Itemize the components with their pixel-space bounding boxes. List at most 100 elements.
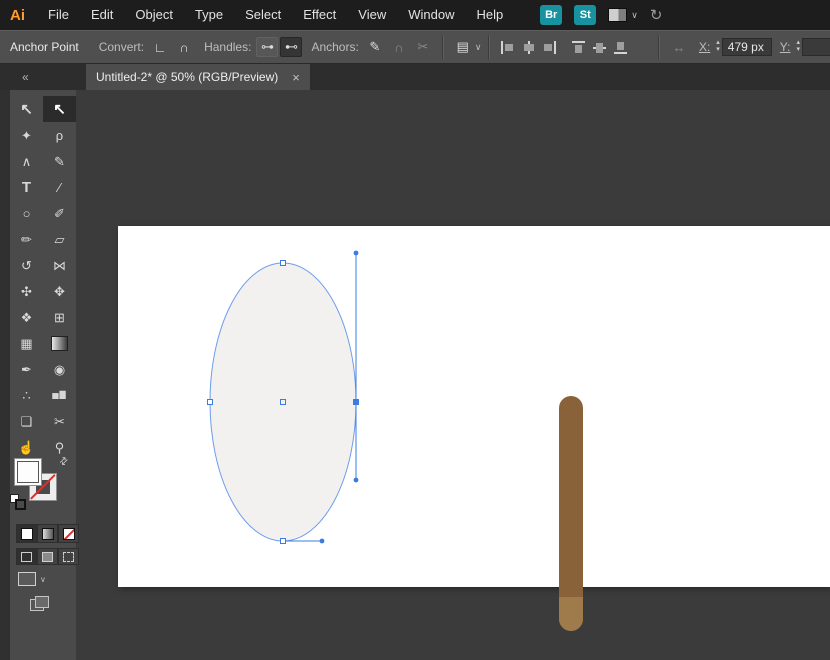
eyedropper-tool[interactable]: ✒ <box>10 356 43 382</box>
convert-smooth-button[interactable]: ∩ <box>173 37 195 57</box>
stick-shape[interactable] <box>559 396 583 631</box>
width-tool[interactable]: ✣ <box>10 278 43 304</box>
y-stepper[interactable]: ▴▾ <box>796 40 800 54</box>
eraser-tool[interactable]: ▱ <box>43 226 76 252</box>
pen-tool[interactable]: ✎ <box>43 148 76 174</box>
menu-effect[interactable]: Effect <box>292 0 347 30</box>
mesh-tool[interactable]: ▦ <box>10 330 43 356</box>
artboard[interactable] <box>118 226 830 587</box>
rotate-tool[interactable]: ↺ <box>10 252 43 278</box>
gradient-button[interactable] <box>37 524 58 543</box>
x-stepper[interactable]: ▴▾ <box>716 40 720 54</box>
menu-window[interactable]: Window <box>397 0 465 30</box>
free-transform-tool[interactable]: ✥ <box>43 278 76 304</box>
connect-anchor-button[interactable]: ∩ <box>388 37 410 57</box>
gradient-tool[interactable] <box>43 330 76 356</box>
default-fill-stroke-icon[interactable] <box>10 494 24 508</box>
ellipse-tool[interactable]: ○ <box>10 200 43 226</box>
y-value-field[interactable] <box>802 38 830 56</box>
line-tool[interactable]: ∕ <box>43 174 76 200</box>
pencil-tool[interactable]: ✏ <box>10 226 43 252</box>
workspace-switcher[interactable]: ∨ <box>608 8 638 22</box>
draw-inside-icon <box>63 552 74 562</box>
convert-label: Convert: <box>99 40 144 54</box>
collapse-panel-icon[interactable]: « <box>22 70 27 84</box>
change-screen-mode-icon[interactable] <box>30 596 48 610</box>
document-tab[interactable]: Untitled-2* @ 50% (RGB/Preview) × <box>86 64 310 90</box>
app-bar-icons: Br St ∨ ↻ <box>540 5 662 25</box>
menu-bar: Ai File Edit Object Type Select Effect V… <box>0 0 830 30</box>
perspective-grid-tool[interactable]: ⊞ <box>43 304 76 330</box>
reflect-tool[interactable]: ⋈ <box>43 252 76 278</box>
zoom-tool[interactable]: ⚲ <box>43 434 76 460</box>
direct-selection-tool[interactable]: ↖ <box>43 96 76 122</box>
column-graph-tool[interactable]: ▅▇ <box>43 382 76 408</box>
align-bottom-button[interactable] <box>613 40 628 55</box>
draw-inside-button[interactable] <box>58 548 79 565</box>
screen-mode-icon[interactable] <box>18 572 36 586</box>
separator <box>442 35 444 59</box>
align-right-button[interactable] <box>542 40 557 55</box>
blend-tool[interactable]: ◉ <box>43 356 76 382</box>
menu-object[interactable]: Object <box>124 0 184 30</box>
x-stepper-down-icon[interactable]: ▾ <box>716 47 720 54</box>
tool-panel: ↖ ↖ ✦ ρ ∧ ✎ T ∕ ○ ✐ ✏ ▱ ↺ ⋈ ✣ ✥ ❖ ⊞ ▦ ✒ … <box>10 90 76 660</box>
slice-icon: ✂ <box>54 415 65 428</box>
separator <box>658 35 660 59</box>
menu-file[interactable]: File <box>37 0 80 30</box>
handles-label: Handles: <box>204 40 251 54</box>
draw-normal-button[interactable] <box>16 548 37 565</box>
selection-tool-icon: ↖ <box>20 102 33 117</box>
mesh-icon: ▦ <box>20 337 32 350</box>
align-center-button[interactable] <box>521 40 536 55</box>
remove-anchor-button[interactable]: ✎ <box>364 37 386 57</box>
artboard-tool[interactable]: ❏ <box>10 408 43 434</box>
symbol-sprayer-tool[interactable]: ∴ <box>10 382 43 408</box>
gradient-swatch-icon <box>42 528 54 540</box>
slice-tool[interactable]: ✂ <box>43 408 76 434</box>
rect-front <box>35 596 49 608</box>
app-logo: Ai <box>0 7 37 24</box>
bridge-button[interactable]: Br <box>540 5 562 25</box>
y-stepper-down-icon[interactable]: ▾ <box>796 47 800 54</box>
align-top-button[interactable] <box>571 40 586 55</box>
handles-show-button[interactable]: ⊶ <box>256 37 278 57</box>
perspective-grid-icon: ⊞ <box>54 311 65 324</box>
lasso-tool[interactable]: ρ <box>43 122 76 148</box>
menu-type[interactable]: Type <box>184 0 234 30</box>
hand-icon: ☝ <box>18 441 34 454</box>
menu-select[interactable]: Select <box>234 0 292 30</box>
transform-reference-icon[interactable]: ↔ <box>668 37 690 57</box>
convert-corner-button[interactable]: ∟ <box>149 37 171 57</box>
menu-edit[interactable]: Edit <box>80 0 124 30</box>
stock-button[interactable]: St <box>574 5 596 25</box>
document-setup-button[interactable]: ▤ <box>452 37 474 57</box>
pen-icon: ✎ <box>54 155 65 168</box>
control-bar-title: Anchor Point <box>10 40 79 54</box>
magic-wand-tool[interactable]: ✦ <box>10 122 43 148</box>
hand-tool[interactable]: ☝ <box>10 434 43 460</box>
rotate-icon: ↺ <box>21 259 32 272</box>
align-middle-button[interactable] <box>592 40 607 55</box>
curvature-tool[interactable]: ∧ <box>10 148 43 174</box>
menu-view[interactable]: View <box>347 0 397 30</box>
paintbrush-tool[interactable]: ✐ <box>43 200 76 226</box>
chevron-down-icon[interactable]: ∨ <box>475 42 482 53</box>
shape-builder-tool[interactable]: ❖ <box>10 304 43 330</box>
dock-edge <box>0 90 10 660</box>
selection-tool[interactable]: ↖ <box>10 96 43 122</box>
touch-workspace-icon[interactable]: ↻ <box>650 6 663 24</box>
color-button[interactable] <box>16 524 37 543</box>
align-left-button[interactable] <box>500 40 515 55</box>
x-value-field[interactable]: 479 px <box>722 38 772 56</box>
type-tool[interactable]: T <box>10 174 43 200</box>
cut-path-button[interactable]: ✂ <box>412 37 434 57</box>
paint-type-buttons <box>16 524 79 543</box>
draw-behind-button[interactable] <box>37 548 58 565</box>
fill-swatch[interactable] <box>14 458 42 486</box>
menu-help[interactable]: Help <box>465 0 514 30</box>
none-button[interactable] <box>58 524 79 543</box>
default-stroke-mini <box>15 499 26 510</box>
handles-hide-button[interactable]: ⊷ <box>280 37 302 57</box>
close-icon[interactable]: × <box>292 70 300 85</box>
